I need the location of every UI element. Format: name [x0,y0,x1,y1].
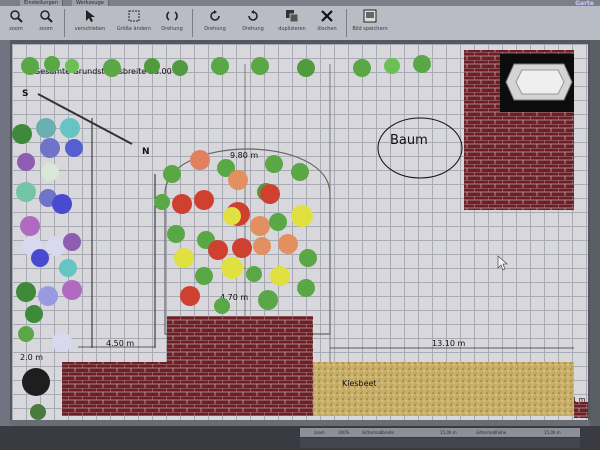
save-image-label: Bild speichern [352,26,388,32]
garden-plan-canvas[interactable]: S N Gesamte Grundstücksbreite 26.00 m Ba… [12,44,588,422]
move-label: verschieben [74,26,106,32]
rotate-left-icon [210,10,220,21]
compass-south-label: S [22,89,28,99]
rotate-left-label: Drehung [204,26,226,32]
flower-border-left [12,118,83,352]
dim-label-2-0: 2.0 m [20,353,43,362]
terrace-brick-lower[interactable] [62,362,313,416]
status-zoom-label: zoom [314,430,325,435]
status-height-value: 15,00 m [544,430,561,435]
zoom-out-label: zoom [39,26,53,32]
delete-label: löschen [317,26,337,32]
status-zoom-value: 100% [338,430,350,435]
status-info: zoom 100% Gittermaßbreite 15,00 m Gitter… [300,428,580,437]
tree-outline[interactable] [377,117,463,179]
rotate-label: Drehung [161,26,183,32]
dim-label-9-80: 9.80 m [230,151,258,160]
resize-label: Größe ändern [116,26,152,32]
dim-label-13-10: 13.10 m [432,339,465,348]
arrow-cursor-icon [86,10,95,22]
save-image-button[interactable]: Bild speichern [350,6,390,40]
zoom-in-button[interactable]: zoom [4,6,28,40]
rotate-right-icon [248,10,258,21]
vertical-scrollbar[interactable] [590,40,600,426]
duplicate-icon [286,10,299,23]
compass-north-label: N [142,147,150,157]
toolbar-separator [64,9,65,37]
image-save-icon [363,9,377,23]
duplicate-button[interactable]: duplizieren [274,6,310,40]
rotate-left-button[interactable]: Drehung [200,6,230,40]
flower-bed-round [154,150,317,314]
vertical-ruler [0,40,10,426]
magnifier-minus-icon [40,10,53,23]
tree-label: Baum [390,133,428,148]
resize-button[interactable]: Größe ändern [112,6,156,40]
toolbar-separator [192,9,193,37]
roof-ridge [515,69,565,95]
status-width-value: 15,00 m [440,430,457,435]
status-width-label: Gittermaßbreite [362,430,394,435]
status-bar: zoom 100% Gittermaßbreite 15,00 m Gitter… [0,426,600,450]
delete-button[interactable]: löschen [312,6,342,40]
status-height-label: Gittermaßhöhe [476,430,507,435]
garden-plan-drawing: S N Gesamte Grundstücksbreite 26.00 m Ba… [12,50,588,420]
close-icon [321,10,333,22]
rotate-icon [166,11,178,21]
rotate-right-label: Drehung [242,26,264,32]
toolbar: zoom zoom verschieben Größe ändern Drehu… [0,6,600,41]
shrub-dark[interactable] [22,368,50,396]
rotate-right-button[interactable]: Drehung [238,6,268,40]
status-lower [300,438,580,448]
canvas-frame: S N Gesamte Grundstücksbreite 26.00 m Ba… [0,40,600,426]
gravel-label: Kiesbeet [342,379,377,388]
zoom-in-label: zoom [9,26,23,32]
mouse-cursor-icon [497,255,508,271]
duplicate-label: duplizieren [278,26,306,32]
move-button[interactable]: verschieben [70,6,110,40]
rotate-button[interactable]: Drehung [158,6,186,40]
shrub-small[interactable] [30,404,46,420]
zoom-out-button[interactable]: zoom [34,6,58,40]
magnifier-plus-icon [10,10,23,23]
resize-icon [128,10,140,22]
dim-label-4-50: 4.50 m [106,339,134,348]
gravel-bed[interactable] [313,362,574,416]
toolbar-separator [346,9,347,37]
